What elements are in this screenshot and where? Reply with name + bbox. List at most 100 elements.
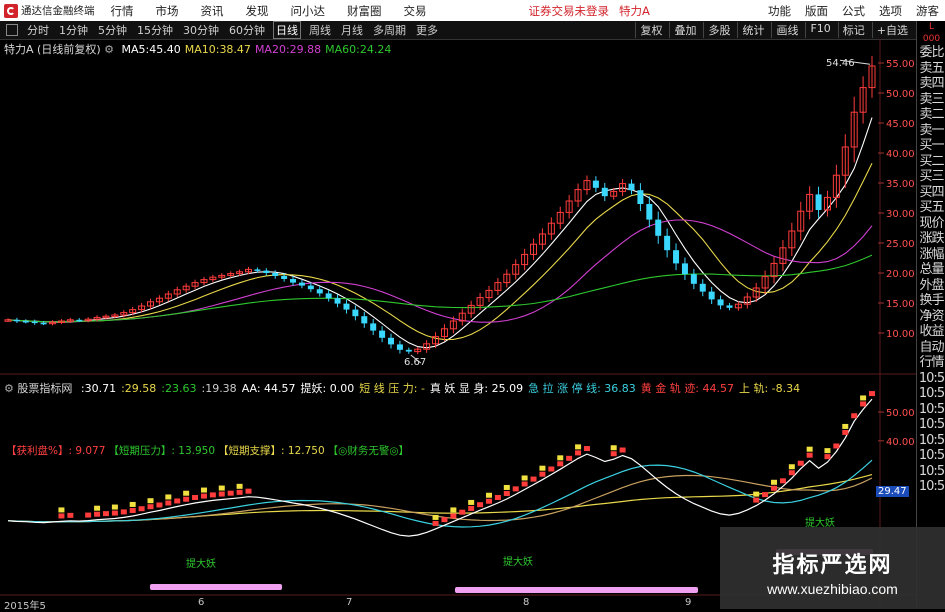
tiyao-label-2: 提大妖 xyxy=(503,557,533,568)
menu-item-caifuquan[interactable]: 财富圈 xyxy=(347,3,382,19)
indicator-block-red xyxy=(129,507,136,513)
tool-tongji[interactable]: 统计 xyxy=(737,22,768,38)
quote-field-28: 10:5 xyxy=(918,479,945,494)
period-day[interactable]: 日线 xyxy=(273,21,301,39)
period-30min[interactable]: 30分钟 xyxy=(181,22,221,38)
indicator-block-yellow xyxy=(485,492,492,498)
watermark-url: www.xuezhibiao.com xyxy=(767,581,898,597)
indicator-block-red xyxy=(575,450,582,456)
high-price-label: 54.46 xyxy=(826,58,855,69)
sub-legend-item-2: :23.63 xyxy=(161,382,197,395)
indicator-block-yellow xyxy=(557,455,564,461)
y-tick-label: 40.00 xyxy=(886,149,915,160)
period-60min[interactable]: 60分钟 xyxy=(227,22,267,38)
candle-body-down xyxy=(655,219,662,236)
period-multi[interactable]: 多周期 xyxy=(371,22,408,38)
period-toolbar: 分时 1分钟 5分钟 15分钟 30分钟 60分钟 日线 周线 月线 多周期 更… xyxy=(0,21,916,40)
quote-field-14: 总量 xyxy=(919,262,944,277)
tiyao-bar-0 xyxy=(150,584,282,590)
indicator-block-red xyxy=(468,505,475,511)
chart-tools: 复权 叠加 多股 统计 画线 F10 标记 +自选 xyxy=(632,22,912,38)
quote-field-26: 10:5 xyxy=(918,448,945,463)
quote-field-16: 换手 xyxy=(919,293,944,308)
indicator-block-red xyxy=(557,461,564,467)
indicator-block-red xyxy=(583,446,590,452)
indicator-block-red xyxy=(209,492,216,498)
period-more[interactable]: 更多 xyxy=(414,22,440,38)
sub-legend-gear-icon[interactable]: ⚙ xyxy=(4,382,14,395)
tiyao-bar-1 xyxy=(455,587,698,593)
quote-field-6: 买一 xyxy=(919,138,944,153)
legend-gear-icon[interactable]: ⚙ xyxy=(104,43,114,56)
ma-legend-item-1: MA10:38.47 xyxy=(184,43,251,56)
period-week[interactable]: 周线 xyxy=(307,22,333,38)
candle-body-down xyxy=(352,309,359,317)
tool-huaxian[interactable]: 画线 xyxy=(771,22,802,38)
indicator-block-yellow xyxy=(147,498,154,504)
quote-field-3: 卖三 xyxy=(919,91,944,107)
candle-body-down xyxy=(699,283,706,292)
indicator-block-red xyxy=(218,491,225,497)
tool-f10[interactable]: F10 xyxy=(805,22,834,38)
tool-diejia[interactable]: 叠加 xyxy=(669,22,700,38)
sub-legend2-item-3: 【◎财务无警◎】 xyxy=(327,445,409,457)
candle-body-down xyxy=(281,276,288,279)
kline-chart[interactable]: 55.00 50.00 45.00 40.00 35.00 30.00 25.00 20.00… xyxy=(0,39,916,609)
quote-field-13: 涨幅 xyxy=(919,246,944,262)
date-label-1: 6 xyxy=(198,597,205,608)
candle-body-down xyxy=(708,291,715,300)
ma5-line xyxy=(7,117,873,349)
menu-item-hangqing[interactable]: 行情 xyxy=(111,3,134,19)
candle-body-down xyxy=(717,299,724,306)
menu-item-youke[interactable]: 游客 xyxy=(916,3,939,19)
tool-duogu[interactable]: 多股 xyxy=(703,22,734,38)
sub-legend: ⚙ 股票指标网 :30.71:29.58:23.63:19.38 AA: 44.5… xyxy=(4,380,800,396)
indicator-block-yellow xyxy=(94,505,101,511)
menu-item-faxian[interactable]: 发现 xyxy=(246,3,269,19)
menu-item-wenxiaoda[interactable]: 问小达 xyxy=(291,3,326,19)
menu-item-xuanxiang[interactable]: 选项 xyxy=(879,3,902,19)
indicator-block-yellow xyxy=(860,395,867,401)
menu-item-gongneng[interactable]: 功能 xyxy=(768,3,791,19)
quote-field-18: 收益 xyxy=(919,324,944,339)
indicator-block-red xyxy=(111,510,118,516)
period-15min[interactable]: 15分钟 xyxy=(135,22,175,38)
ma-legend-item-2: MA20:29.88 xyxy=(254,43,322,56)
legend-stock-title: 特力A xyxy=(4,43,34,56)
menu-item-gongshi[interactable]: 公式 xyxy=(842,3,865,19)
main-legend: 特力A (日线前复权) ⚙ MA5:45.40 MA10:38.47 MA20:29… xyxy=(4,41,391,57)
tool-zixuan[interactable]: +自选 xyxy=(871,22,912,38)
menu-item-banmian[interactable]: 版面 xyxy=(805,3,828,19)
sub-legend2-item-0: 【获利盘%】: 9.077 xyxy=(6,445,106,457)
indicator-block-red xyxy=(788,470,795,476)
tool-biaoji[interactable]: 标记 xyxy=(837,22,869,38)
stock-name: 特力A xyxy=(619,3,650,18)
candle-body-down xyxy=(388,337,395,345)
quote-field-9: 买四 xyxy=(919,184,944,200)
candle-body-down xyxy=(637,190,644,204)
quote-panel-code: 000 xyxy=(922,34,941,44)
menu-item-shichang[interactable]: 市场 xyxy=(156,3,179,19)
indicator-block-yellow xyxy=(236,483,243,489)
tool-fuquan[interactable]: 复权 xyxy=(635,22,666,38)
layout-icon[interactable] xyxy=(6,24,18,36)
menu-item-zixun[interactable]: 资讯 xyxy=(201,3,224,19)
quote-field-22: 10:5 xyxy=(918,386,945,401)
login-status[interactable]: 证券交易未登录 xyxy=(529,3,610,19)
indicator-block-red xyxy=(156,502,163,508)
moving-averages xyxy=(7,117,873,349)
sub-last-value: 29.47 xyxy=(876,486,909,497)
sub-y-tick-label: 40.00 xyxy=(886,437,915,448)
period-month[interactable]: 月线 xyxy=(339,22,365,38)
period-fenshi[interactable]: 分时 xyxy=(25,22,51,38)
period-1min[interactable]: 1分钟 xyxy=(57,22,90,38)
candle-body-down xyxy=(726,305,733,308)
candle-body-down xyxy=(405,349,412,352)
sub-legend2-item-1: 【短期压力】: 13.950 xyxy=(108,445,216,457)
candle-body-down xyxy=(379,330,386,338)
menu-item-jiaoyi[interactable]: 交易 xyxy=(404,3,427,19)
quote-field-10: 买五 xyxy=(919,200,944,215)
indicator-block-red xyxy=(441,517,448,523)
date-label-2: 7 xyxy=(346,597,353,608)
period-5min[interactable]: 5分钟 xyxy=(96,22,129,38)
